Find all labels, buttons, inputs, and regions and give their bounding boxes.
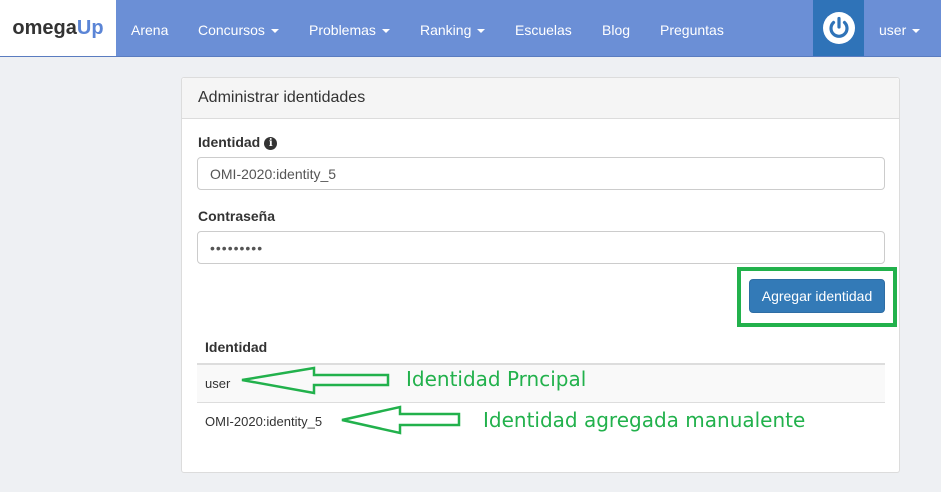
caret-down-icon	[381, 29, 390, 34]
nav-concursos-label: Concursos	[198, 22, 265, 38]
arrow-left-icon	[341, 405, 461, 435]
panel-heading: Administrar identidades	[182, 78, 899, 119]
arrow-left-icon	[241, 366, 390, 395]
nav-ranking-label: Ranking	[420, 22, 472, 38]
add-identity-button[interactable]: Agregar identidad	[749, 279, 885, 313]
nav-ranking-dropdown[interactable]: Ranking	[420, 0, 486, 56]
caret-down-icon	[477, 29, 486, 34]
annotation-principal: Identidad Prncipal	[406, 367, 587, 391]
logo-text-omega: omega	[12, 16, 77, 39]
nav-problemas-dropdown[interactable]: Problemas	[309, 0, 390, 56]
identity-label-group: Identidad i	[198, 134, 278, 150]
table-cell-identity: OMI-2020:identity_5	[205, 414, 323, 429]
password-input[interactable]	[197, 231, 885, 264]
nav-escuelas-label: Escuelas	[515, 22, 572, 38]
nav-arena-label: Arena	[131, 22, 169, 38]
user-menu-label: user	[879, 22, 907, 38]
table-cell-identity: user	[205, 376, 231, 391]
annotation-manual: Identidad agregada manualente	[483, 408, 806, 432]
logout-button[interactable]	[813, 0, 864, 56]
logo-text-up: Up	[76, 16, 104, 39]
omegaup-logo[interactable]: omega Up	[0, 0, 116, 56]
nav-preguntas-label: Preguntas	[660, 22, 724, 38]
nav-preguntas[interactable]: Preguntas	[660, 0, 724, 56]
power-icon	[822, 12, 855, 44]
table-header-identity: Identidad	[205, 339, 268, 355]
identity-input[interactable]	[197, 157, 885, 190]
nav-problemas-label: Problemas	[309, 22, 376, 38]
identity-label: Identidad	[198, 134, 261, 150]
user-menu-dropdown[interactable]: user	[879, 0, 921, 56]
nav-escuelas[interactable]: Escuelas	[515, 0, 572, 56]
caret-down-icon	[912, 29, 921, 34]
nav-concursos-dropdown[interactable]: Concursos	[198, 0, 279, 56]
panel-title: Administrar identidades	[198, 89, 366, 106]
nav-arena[interactable]: Arena	[131, 0, 168, 56]
nav-blog[interactable]: Blog	[602, 0, 630, 56]
password-label: Contraseña	[198, 208, 276, 224]
caret-down-icon	[270, 29, 279, 34]
info-icon[interactable]: i	[264, 137, 278, 150]
top-navbar: omega Up Arena Concursos Problemas Rankin…	[0, 0, 941, 57]
nav-blog-label: Blog	[602, 22, 631, 38]
